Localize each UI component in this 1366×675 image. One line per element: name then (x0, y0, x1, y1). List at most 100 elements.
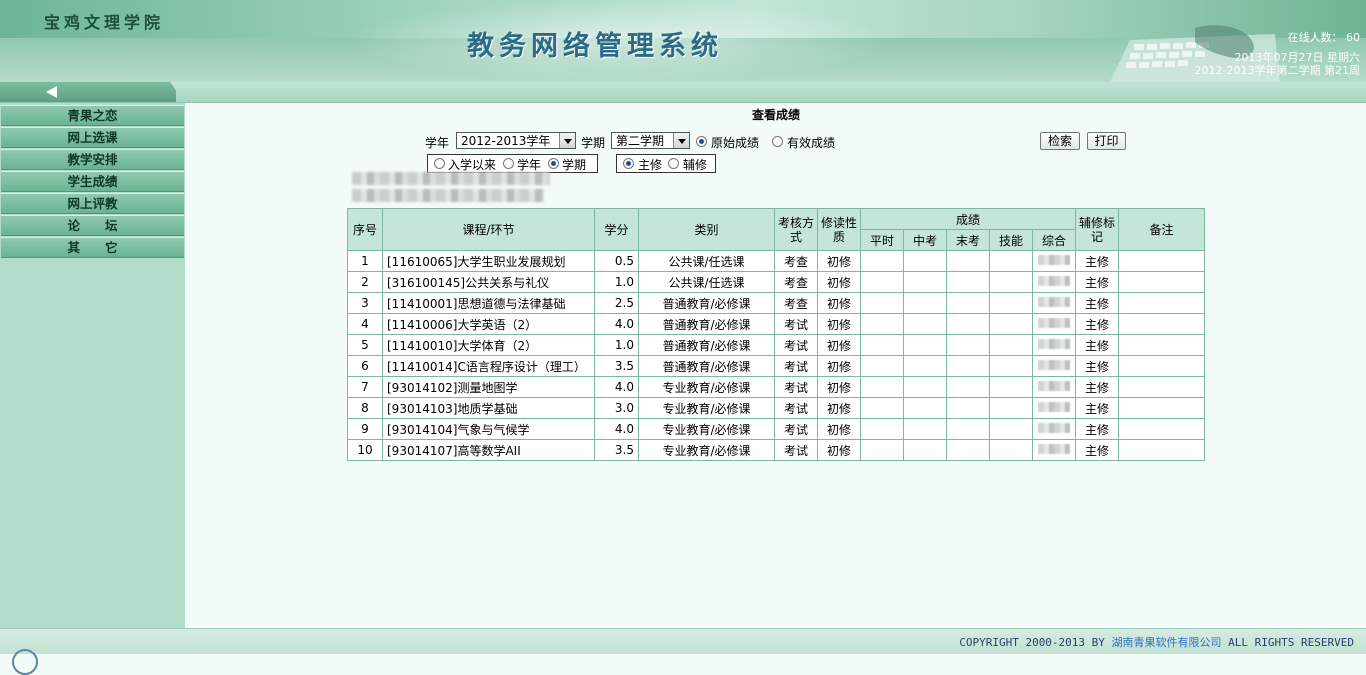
row-remark (1118, 355, 1206, 377)
row-total-redacted (1031, 418, 1077, 440)
row-course: [11410001]思想道德与法律基础 (382, 292, 595, 314)
table-row: 8 [93014103]地质学基础 3.0 专业教育/必修课 考试 初修 主修 (347, 397, 1206, 419)
row-skill (989, 439, 1033, 461)
term-select[interactable]: 第二学期 (611, 132, 690, 149)
header-remark: 备注 (1118, 208, 1206, 251)
raw-score-radio[interactable] (696, 136, 707, 147)
row-final (946, 250, 990, 272)
by-year-label: 学年 (517, 158, 542, 172)
row-midterm (903, 418, 947, 440)
table-row: 9 [93014104]气象与气候学 4.0 专业教育/必修课 考试 初修 主修 (347, 418, 1206, 440)
row-course: [11410014]C语言程序设计（理工） (382, 355, 595, 377)
row-no: 1 (347, 250, 383, 272)
row-usual (860, 271, 904, 293)
row-exam: 考试 (774, 376, 818, 398)
row-credit: 1.0 (594, 334, 639, 356)
table-row: 1 [11610065]大学生职业发展规划 0.5 公共课/任选课 考查 初修 … (347, 250, 1206, 272)
footer: COPYRIGHT 2000-2013 BY 湖南青果软件有限公司 ALL RI… (0, 628, 1366, 675)
row-usual (860, 292, 904, 314)
row-remark (1118, 376, 1206, 398)
sub-bar (0, 82, 1366, 103)
table-row: 7 [93014102]测量地图学 4.0 专业教育/必修课 考试 初修 主修 (347, 376, 1206, 398)
table-row: 10 [93014107]高等数学AII 3.5 专业教育/必修课 考试 初修 … (347, 439, 1206, 461)
row-final (946, 376, 990, 398)
row-skill (989, 355, 1033, 377)
minor-major-radio[interactable] (668, 158, 679, 169)
row-total-redacted (1031, 292, 1077, 314)
row-total-redacted (1031, 313, 1077, 335)
sidebar-item-other[interactable]: 其 它 (1, 237, 184, 258)
sidebar: 青果之恋 网上选课 教学安排 学生成绩 网上评教 论 坛 其 它 (0, 103, 185, 628)
row-nature: 初修 (817, 397, 861, 419)
by-year-radio[interactable] (503, 158, 514, 169)
row-no: 6 (347, 355, 383, 377)
print-button[interactable]: 打印 (1087, 132, 1126, 150)
sidebar-collapse-tab[interactable] (0, 82, 176, 102)
chevron-down-icon[interactable] (559, 133, 575, 148)
row-exam: 考试 (774, 397, 818, 419)
by-term-radio[interactable] (548, 158, 559, 169)
row-skill (989, 313, 1033, 335)
effective-score-label: 有效成绩 (787, 136, 836, 150)
row-skill (989, 334, 1033, 356)
row-total-redacted (1031, 376, 1077, 398)
row-no: 3 (347, 292, 383, 314)
row-nature: 初修 (817, 292, 861, 314)
row-flag: 主修 (1075, 313, 1120, 335)
row-usual (860, 334, 904, 356)
row-flag: 主修 (1075, 271, 1120, 293)
row-credit: 4.0 (594, 418, 639, 440)
sidebar-item-course-selection[interactable]: 网上选课 (1, 127, 184, 148)
row-remark (1118, 271, 1206, 293)
page-heading: 查看成绩 (751, 108, 800, 122)
row-usual (860, 250, 904, 272)
row-course: [93014103]地质学基础 (382, 397, 595, 419)
row-flag: 主修 (1075, 376, 1120, 398)
row-usual (860, 376, 904, 398)
header-final: 末考 (946, 229, 990, 251)
year-select[interactable]: 2012-2013学年 (456, 132, 576, 149)
header-skill: 技能 (989, 229, 1033, 251)
header-info: 在线人数： 60 2013年07月27日 星期六 2012-2013学年第二学期… (1195, 31, 1360, 77)
row-credit: 4.0 (594, 376, 639, 398)
row-course: [11610065]大学生职业发展规划 (382, 250, 595, 272)
row-course: [93014104]气象与气候学 (382, 418, 595, 440)
header-scores: 成绩 (859, 208, 1077, 230)
row-remark (1118, 334, 1206, 356)
company-link[interactable]: 湖南青果软件有限公司 (1112, 636, 1222, 649)
sidebar-item-teaching-arrangement[interactable]: 教学安排 (1, 149, 184, 170)
sidebar-item-forum[interactable]: 论 坛 (1, 215, 184, 236)
school-logo-text: 宝鸡文理学院 (44, 13, 165, 32)
search-button[interactable]: 检索 (1040, 132, 1080, 150)
row-exam: 考查 (774, 250, 818, 272)
row-exam: 考试 (774, 313, 818, 335)
table-row: 4 [11410006]大学英语（2） 4.0 普通教育/必修课 考试 初修 主… (347, 313, 1206, 335)
effective-score-radio[interactable] (772, 136, 783, 147)
since-enrollment-radio[interactable] (434, 158, 445, 169)
chevron-down-icon[interactable] (673, 133, 689, 148)
main-major-radio[interactable] (623, 158, 634, 169)
row-no: 5 (347, 334, 383, 356)
table-row: 6 [11410014]C语言程序设计（理工） 3.5 普通教育/必修课 考试 … (347, 355, 1206, 377)
row-usual (860, 313, 904, 335)
sidebar-item-teaching-evaluation[interactable]: 网上评教 (1, 193, 184, 214)
row-exam: 考查 (774, 292, 818, 314)
row-total-redacted (1031, 439, 1077, 461)
row-flag: 主修 (1075, 292, 1120, 314)
row-final (946, 292, 990, 314)
row-final (946, 355, 990, 377)
row-credit: 3.5 (594, 355, 639, 377)
row-flag: 主修 (1075, 334, 1120, 356)
row-exam: 考试 (774, 418, 818, 440)
collapse-arrow-icon[interactable] (46, 86, 57, 98)
row-usual (860, 439, 904, 461)
current-date: 2013年07月27日 星期六 (1234, 51, 1361, 64)
header-usual: 平时 (860, 229, 904, 251)
sidebar-item-student-grades[interactable]: 学生成绩 (1, 171, 184, 192)
header-banner: 宝鸡文理学院 教务网络管理系统 在线人数： 60 2013年07月27日 星期六… (0, 0, 1366, 82)
row-flag: 主修 (1075, 439, 1120, 461)
row-no: 4 (347, 313, 383, 335)
sidebar-item-qingguo-love[interactable]: 青果之恋 (1, 105, 184, 126)
row-category: 普通教育/必修课 (638, 334, 775, 356)
row-nature: 初修 (817, 334, 861, 356)
